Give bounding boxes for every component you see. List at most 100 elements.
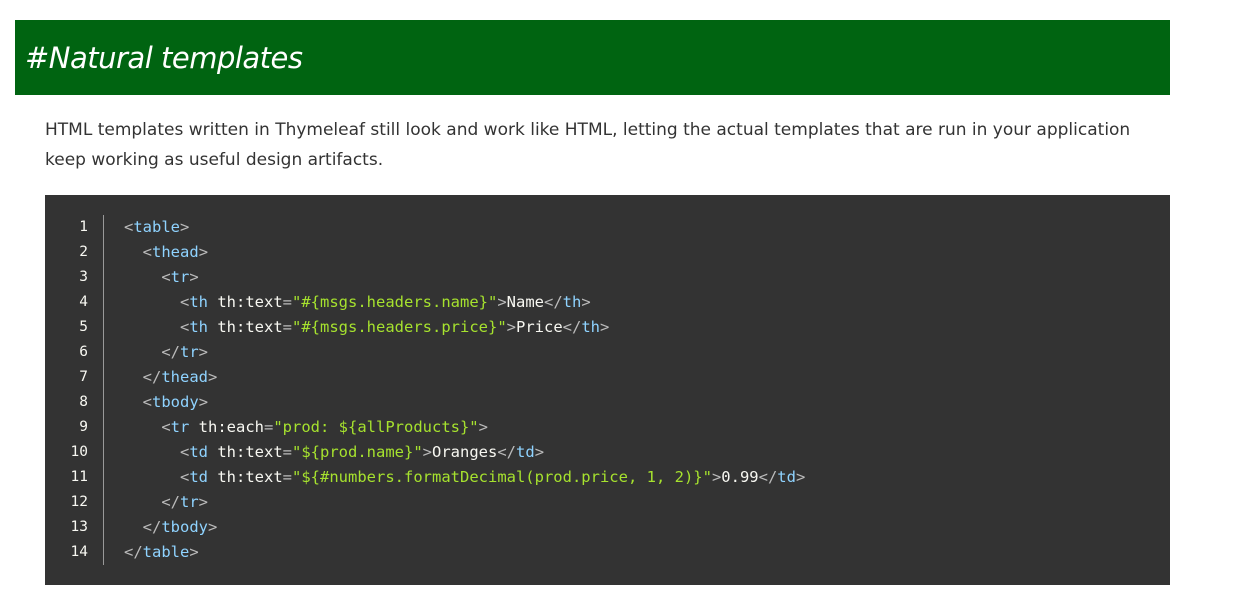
code-token-punct: </ bbox=[161, 343, 180, 361]
code-token-tag: tbody bbox=[161, 518, 209, 536]
code-token-tag: td bbox=[189, 468, 209, 486]
code-token-punct: > bbox=[180, 218, 190, 236]
code-token-punct: < bbox=[142, 393, 153, 411]
code-token-punct: < bbox=[180, 468, 190, 486]
code-token-punct: < bbox=[142, 243, 153, 261]
line-number: 14 bbox=[45, 540, 104, 565]
line-number: 2 bbox=[45, 240, 104, 265]
code-line-content: <th th:text="#{msgs.headers.name}">Name<… bbox=[104, 290, 806, 315]
code-token-punct: </ bbox=[124, 543, 143, 561]
code-line-content: </tbody> bbox=[104, 515, 806, 540]
code-line: 12 </tr> bbox=[45, 490, 805, 515]
section-description: HTML templates written in Thymeleaf stil… bbox=[45, 120, 1131, 170]
code-token-attr: th:each bbox=[189, 418, 264, 436]
code-token-punct: </ bbox=[497, 443, 517, 461]
code-token-punct: > bbox=[497, 293, 507, 311]
code-token-punct: < bbox=[161, 418, 171, 436]
code-token-tag: td bbox=[777, 468, 796, 486]
line-number: 10 bbox=[45, 440, 104, 465]
code-token-punct: > bbox=[422, 443, 433, 461]
code-line-content: </tr> bbox=[104, 340, 806, 365]
code-lines: 1 <table> 2 <thead> 3 <tr> 4 <th th:text="#{… bbox=[45, 215, 805, 565]
code-line-content: <td th:text="${#numbers.formatDecimal(pr… bbox=[104, 465, 805, 490]
code-token-punct: > bbox=[534, 443, 545, 461]
code-token-tag: td bbox=[189, 443, 209, 461]
code-token-punct: > bbox=[198, 243, 209, 261]
code-token-punct: </ bbox=[161, 493, 180, 511]
code-token-tag: th bbox=[562, 293, 582, 311]
code-token-punct: > bbox=[208, 368, 218, 386]
code-token-tag: thead bbox=[152, 243, 199, 261]
code-listing: 1 <table> 2 <thead> 3 <tr> 4 <th th:text="#{… bbox=[45, 215, 805, 565]
code-line-content: </thead> bbox=[104, 365, 806, 390]
line-number: 8 bbox=[45, 390, 104, 415]
code-token-punct: > bbox=[208, 518, 218, 536]
code-line-content: <td th:text="${prod.name}">Oranges</td> bbox=[104, 440, 806, 465]
code-line: 5 <th th:text="#{msgs.headers.price}">Pr… bbox=[45, 315, 805, 340]
code-line: 7 </thead> bbox=[45, 365, 805, 390]
code-line: 8 <tbody> bbox=[45, 390, 805, 415]
code-line-content: <thead> bbox=[104, 240, 806, 265]
code-token-text: Oranges bbox=[432, 443, 498, 461]
code-token-punct: > bbox=[581, 293, 591, 311]
code-token-attr: th:text bbox=[208, 318, 283, 336]
code-line-content: <tr th:each="prod: ${allProducts}"> bbox=[104, 415, 806, 440]
code-line-content: <table> bbox=[104, 215, 806, 240]
line-number: 13 bbox=[45, 515, 104, 540]
line-number: 7 bbox=[45, 365, 104, 390]
code-line: 1 <table> bbox=[45, 215, 805, 240]
code-token-punct: < bbox=[124, 218, 134, 236]
code-token-punct: < bbox=[161, 268, 171, 286]
line-number: 1 bbox=[45, 215, 104, 240]
code-token-tag: th bbox=[189, 293, 209, 311]
line-number: 4 bbox=[45, 290, 104, 315]
code-token-punct: </ bbox=[142, 368, 162, 386]
code-token-tag: tr bbox=[170, 418, 190, 436]
code-token-punct: </ bbox=[544, 293, 563, 311]
code-token-punct: > bbox=[198, 493, 209, 511]
code-line: 13 </tbody> bbox=[45, 515, 805, 540]
code-token-punct: = bbox=[282, 318, 293, 336]
code-line: 2 <thead> bbox=[45, 240, 805, 265]
code-token-punct: < bbox=[180, 318, 190, 336]
code-token-tag: tr bbox=[170, 268, 190, 286]
code-token-text: 0.99 bbox=[721, 468, 759, 486]
code-token-tag: thead bbox=[161, 368, 209, 386]
code-line-content: </tr> bbox=[104, 490, 806, 515]
code-token-punct: = bbox=[282, 443, 293, 461]
code-token-punct: > bbox=[189, 268, 199, 286]
code-token-tag: td bbox=[516, 443, 535, 461]
code-token-str: "prod: ${allProducts}" bbox=[273, 418, 479, 436]
code-token-text: Name bbox=[506, 293, 544, 311]
code-token-str: "#{msgs.headers.price}" bbox=[292, 318, 507, 336]
code-line: 11 <td th:text="${#numbers.formatDecimal… bbox=[45, 465, 805, 490]
code-token-attr: th:text bbox=[208, 468, 283, 486]
code-token-punct: > bbox=[189, 543, 199, 561]
section-heading-bar: #Natural templates bbox=[15, 20, 1170, 95]
code-token-punct: </ bbox=[758, 468, 778, 486]
code-token-text: Price bbox=[516, 318, 563, 336]
code-token-tag: th bbox=[581, 318, 601, 336]
code-token-punct: > bbox=[198, 343, 209, 361]
code-token-str: "${prod.name}" bbox=[292, 443, 423, 461]
code-token-punct: > bbox=[711, 468, 722, 486]
line-number: 12 bbox=[45, 490, 104, 515]
line-number: 11 bbox=[45, 465, 104, 490]
code-token-punct: </ bbox=[142, 518, 162, 536]
code-line: 3 <tr> bbox=[45, 265, 805, 290]
code-token-tag: th bbox=[189, 318, 209, 336]
code-line-content: <tr> bbox=[104, 265, 806, 290]
code-token-tag: table bbox=[142, 543, 190, 561]
code-line: 14 </table> bbox=[45, 540, 805, 565]
code-token-attr: th:text bbox=[208, 443, 283, 461]
code-token-attr: th:text bbox=[208, 293, 283, 311]
